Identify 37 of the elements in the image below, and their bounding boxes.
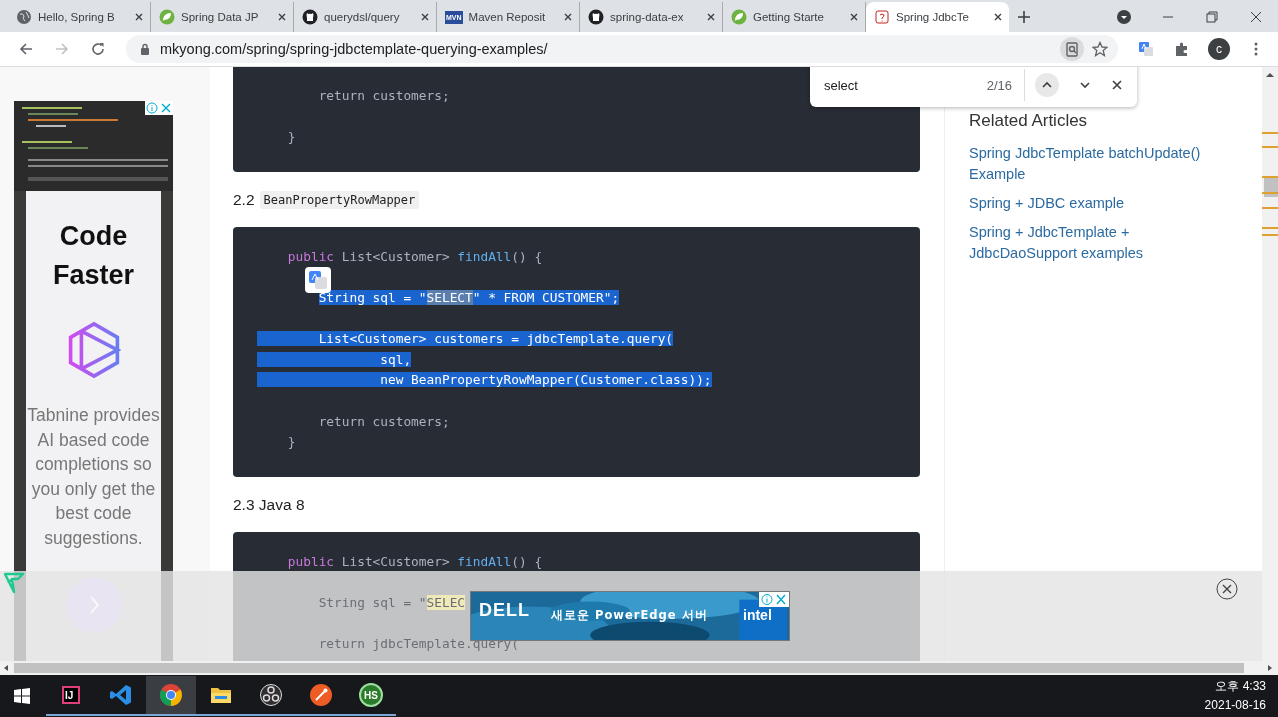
code-line: public List<Customer> findAll() { bbox=[286, 247, 543, 266]
section-heading: 2.2 bbox=[233, 190, 255, 209]
sidebar-heading: Related Articles bbox=[969, 111, 1089, 131]
find-field[interactable]: select bbox=[824, 77, 987, 93]
article-link[interactable]: Spring + JDBC example bbox=[969, 193, 1219, 214]
browser-tab[interactable]: Getting Starte bbox=[723, 2, 866, 32]
code-line: return customers; bbox=[317, 412, 450, 431]
code-line: String sql = "SELECT" * FROM CUSTOMER"; bbox=[317, 288, 620, 307]
clock-time: 오후 4:33 bbox=[1215, 678, 1266, 695]
ad-text: Tabnine provides AI based code completions so you only get the best code suggestions. bbox=[26, 404, 161, 550]
ad-text: 새로운 PowerEdge 서버 bbox=[551, 608, 708, 623]
hs-icon: HS bbox=[359, 683, 383, 707]
section-heading: 2.3 Java 8 bbox=[233, 495, 305, 514]
taskbar-app[interactable]: HS bbox=[346, 676, 396, 716]
inline-code: BeanPropertyRowMapper bbox=[259, 190, 420, 209]
match-count: 2/16 bbox=[986, 77, 1012, 93]
clock-date: 2021-08-16 bbox=[1204, 697, 1266, 714]
browser-tab[interactable]: Spring Data JP bbox=[151, 2, 294, 32]
ad-banner[interactable]: DELL 새로운 PowerEdge 서버 intel bbox=[470, 591, 790, 641]
browser-tab[interactable]: Spring JdbcTe bbox=[866, 2, 1009, 32]
ad-logo: DELL bbox=[479, 600, 530, 621]
browser-tab[interactable]: querydsl/query bbox=[294, 2, 437, 32]
browser-tab[interactable]: Hello, Spring B bbox=[8, 2, 151, 32]
intellij-icon: IJ bbox=[62, 686, 80, 704]
code-line: } bbox=[286, 433, 296, 452]
code-line: List<Customer> customers = jdbcTemplate.query( bbox=[257, 308, 674, 350]
code-line: public List<Customer> findAll() { bbox=[286, 552, 543, 571]
article-link[interactable]: Spring JdbcTemplate batchUpdate() Example bbox=[969, 143, 1219, 185]
ad-brand: intel bbox=[743, 607, 772, 623]
taskbar-app[interactable]: IJ bbox=[46, 676, 96, 716]
ad-title: Code Faster bbox=[51, 220, 135, 292]
profile-avatar[interactable]: c bbox=[1208, 38, 1230, 60]
code-line: } bbox=[286, 128, 296, 147]
code-line: return customers; bbox=[317, 87, 450, 105]
browser-tab[interactable]: spring-data-ex bbox=[580, 2, 723, 32]
article-link[interactable]: Spring + JdbcTemplate + JdbcDaoSupport examples bbox=[969, 222, 1219, 264]
address-field[interactable]: mkyong.com/spring/spring-jdbctemplate-querying-examples/ bbox=[126, 35, 1118, 63]
